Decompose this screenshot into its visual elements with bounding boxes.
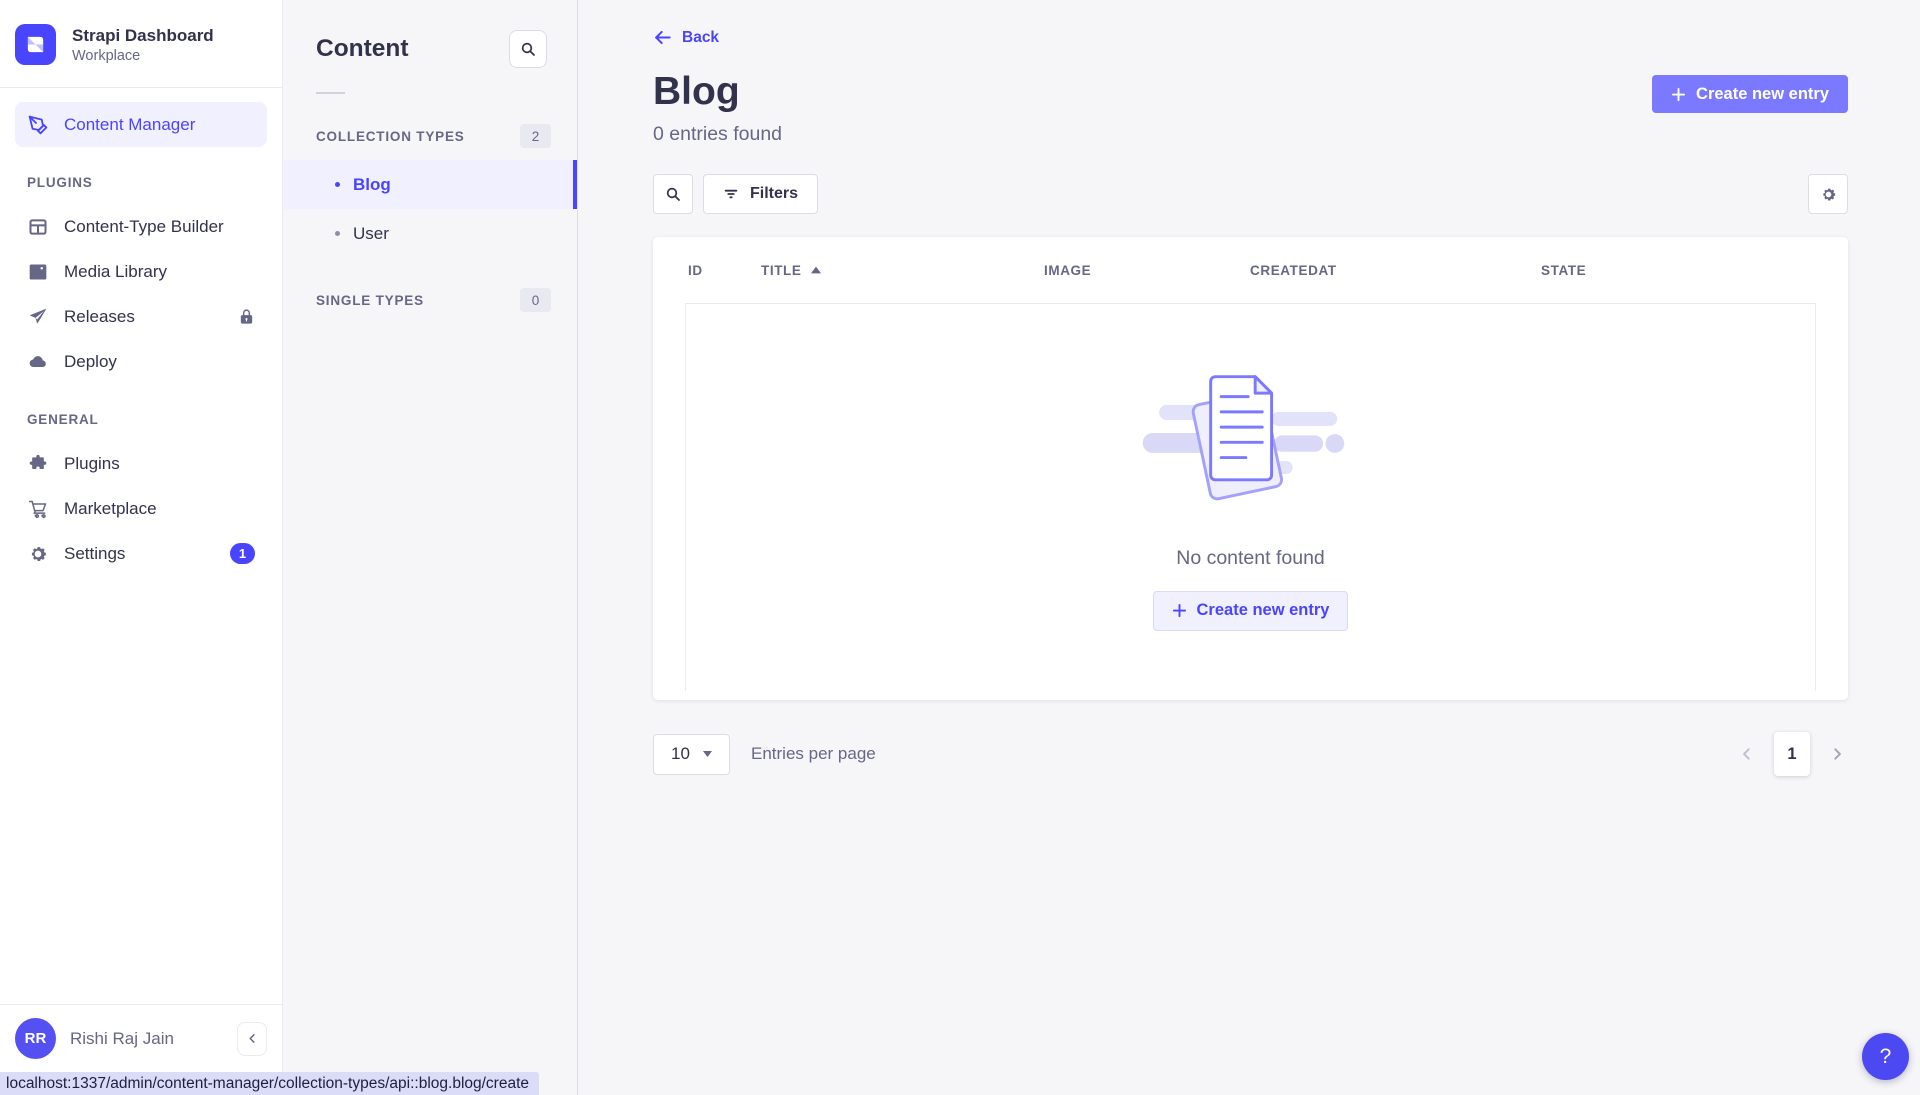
sidebar-item-deploy[interactable]: Deploy [15,339,267,384]
page-number-button[interactable]: 1 [1774,732,1810,776]
subnav-title: Content [316,35,409,63]
puzzle-icon [27,453,49,475]
sidebar-item-label: Releases [64,307,135,327]
filters-button[interactable]: Filters [703,174,818,214]
collapse-sidebar-button[interactable] [237,1022,267,1056]
plus-icon [1671,87,1686,102]
table-header-row: ID TITLE IMAGE CREATEDAT STATE [653,237,1848,303]
next-page-button[interactable] [1826,743,1848,765]
collection-types-label: COLLECTION TYPES [316,129,465,144]
table-search-button[interactable] [653,174,693,214]
empty-state-text: No content found [1176,547,1325,570]
back-link[interactable]: Back [653,28,719,47]
bullet-icon [335,182,340,187]
paper-plane-icon [27,306,49,328]
workspace-name: Workplace [72,48,214,64]
back-label: Back [682,29,719,47]
sort-asc-icon [811,266,821,274]
filters-label: Filters [750,185,798,203]
column-header-createdat[interactable]: CREATEDAT [1250,263,1541,278]
page-size-value: 10 [671,744,690,764]
search-icon [665,186,681,202]
empty-create-entry-button[interactable]: Create new entry [1153,591,1349,631]
sidebar-item-label: Content-Type Builder [64,217,224,237]
feather-pen-icon [27,114,49,136]
help-button[interactable]: ? [1862,1033,1909,1080]
sidebar-item-content-type-builder[interactable]: Content-Type Builder [15,204,267,249]
cloud-icon [27,351,49,373]
plus-icon [1172,603,1187,618]
view-settings-button[interactable] [1808,174,1848,214]
lock-icon [238,308,255,325]
sidebar-item-content-manager[interactable]: Content Manager [15,102,267,147]
subnav-item-label: User [353,224,389,244]
previous-page-button[interactable] [1736,743,1758,765]
gear-icon [1820,186,1837,203]
search-icon [520,41,536,57]
arrow-left-icon [653,28,672,47]
sidebar-item-media-library[interactable]: Media Library [15,249,267,294]
user-menu[interactable]: RR Rishi Raj Jain [0,1004,282,1072]
strapi-logo-icon [15,24,56,65]
avatar: RR [15,1018,56,1059]
user-name: Rishi Raj Jain [70,1029,174,1049]
column-header-state[interactable]: STATE [1541,263,1813,278]
brand-header[interactable]: Strapi Dashboard Workplace [0,0,282,88]
main-content: Back Blog 0 entries found Create new ent… [579,0,1920,1095]
brand-text: Strapi Dashboard Workplace [72,25,214,64]
entries-table: ID TITLE IMAGE CREATEDAT STATE [653,237,1848,700]
page-title: Blog [653,68,782,116]
collection-types-count-badge: 2 [520,124,551,148]
sidebar-item-plugins[interactable]: Plugins [15,441,267,486]
sidebar-item-marketplace[interactable]: Marketplace [15,486,267,531]
subnav-item-blog[interactable]: Blog [284,160,577,209]
layout-icon [27,216,49,238]
main-sidebar: Strapi Dashboard Workplace Content Manag… [0,0,283,1095]
sidebar-item-label: Media Library [64,262,167,282]
settings-notification-badge: 1 [230,543,255,564]
empty-create-entry-label: Create new entry [1197,601,1330,620]
empty-documents-illustration [1133,365,1368,515]
single-types-label: SINGLE TYPES [316,293,424,308]
sidebar-item-releases[interactable]: Releases [15,294,267,339]
sidebar-item-label: Content Manager [64,115,195,135]
page-size-label: Entries per page [751,744,876,764]
chevron-left-icon [1740,747,1754,761]
entries-count: 0 entries found [653,120,782,148]
empty-state: No content found Create new entry [685,304,1816,691]
filter-icon [723,186,739,202]
chevron-left-icon [247,1033,258,1044]
sidebar-item-label: Deploy [64,352,117,372]
column-header-id[interactable]: ID [688,263,761,278]
column-header-title[interactable]: TITLE [761,263,1044,278]
status-bar-url: localhost:1337/admin/content-manager/col… [0,1072,539,1095]
sidebar-item-label: Marketplace [64,499,157,519]
create-entry-button[interactable]: Create new entry [1652,75,1848,113]
create-entry-label: Create new entry [1696,85,1829,104]
column-header-title-label: TITLE [761,263,802,278]
subnav-item-user[interactable]: User [284,209,577,258]
pagination: 10 Entries per page 1 [579,732,1920,776]
sidebar-item-label: Plugins [64,454,120,474]
subnav-divider [316,92,345,94]
cart-icon [27,498,49,520]
image-icon [27,261,49,283]
gear-icon [27,543,49,565]
single-types-count-badge: 0 [520,288,551,312]
page-title-block: Blog 0 entries found [653,68,782,148]
page-size-select[interactable]: 10 [653,734,730,775]
content-subnav: Content COLLECTION TYPES 2 Blog User SIN… [284,0,578,1095]
nav-section-plugins: PLUGINS [27,175,255,190]
bullet-icon [335,231,340,236]
sidebar-item-label: Settings [64,544,125,564]
subnav-item-label: Blog [353,175,391,195]
subnav-search-button[interactable] [509,30,547,68]
caret-down-icon [703,751,712,757]
app-title: Strapi Dashboard [72,25,214,46]
column-header-image[interactable]: IMAGE [1044,263,1250,278]
nav-section-general: GENERAL [27,412,255,427]
sidebar-item-settings[interactable]: Settings 1 [15,531,267,576]
chevron-right-icon [1830,747,1844,761]
